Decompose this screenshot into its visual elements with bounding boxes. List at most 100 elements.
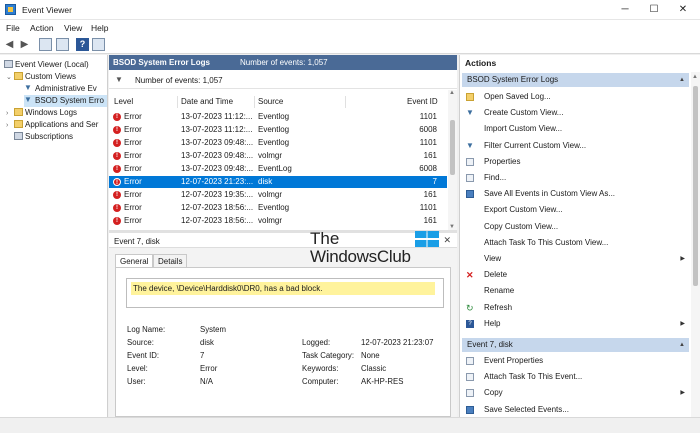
action-filter-current-custom-view[interactable]: Filter Current Custom View... (462, 139, 689, 153)
actions-section-log[interactable]: BSOD System Error Logs ▲ (462, 73, 689, 87)
show-action-pane-icon[interactable] (92, 38, 105, 51)
action-save-all-events-in-custom-view-as[interactable]: Save All Events in Custom View As... (462, 187, 689, 201)
action-event-properties[interactable]: Event Properties (462, 354, 689, 368)
computer-value: AK-HP-RES (361, 377, 404, 386)
event-source: volmgr (258, 190, 283, 199)
tree-item-root[interactable]: Event Viewer (Local) (4, 59, 89, 71)
action-rename[interactable]: Rename (462, 284, 689, 298)
column-header-row: Level Date and Time Source Event ID (109, 95, 447, 109)
watermark-logo: The WindowsClub (310, 229, 440, 269)
column-date-time[interactable]: Date and Time (181, 97, 233, 106)
scrollbar-thumb[interactable] (450, 120, 455, 175)
tree-item-applications-services[interactable]: › Applications and Ser (6, 119, 98, 131)
event-row[interactable]: ! Error 12-07-2023 18:56:... Eventlog 1101 (109, 202, 447, 214)
scroll-up-icon[interactable]: ▲ (692, 74, 698, 80)
action-attach-task-to-this-event[interactable]: Attach Task To This Event... (462, 370, 689, 384)
scrollbar-thumb[interactable] (693, 86, 698, 286)
save-icon (466, 405, 474, 414)
tab-general[interactable]: General (115, 254, 154, 268)
help-toolbar-icon[interactable]: ? (76, 38, 89, 51)
action-refresh[interactable]: Refresh (462, 301, 689, 315)
close-button[interactable]: ✕ (668, 0, 698, 20)
event-row[interactable]: ! Error 13-07-2023 09:48:... volmgr 161 (109, 150, 447, 162)
minimize-button[interactable]: ─ (610, 0, 640, 20)
menu-view[interactable]: View (64, 23, 82, 33)
action-delete[interactable]: Delete (462, 268, 689, 282)
event-datetime: 13-07-2023 09:48:... (181, 138, 254, 147)
action-export-custom-view[interactable]: Export Custom View... (462, 203, 689, 217)
actions-section-event[interactable]: Event 7, disk ▲ (462, 338, 689, 352)
tab-details[interactable]: Details (153, 254, 188, 268)
column-event-id[interactable]: Event ID (407, 97, 438, 106)
column-separator[interactable] (345, 96, 346, 108)
collapse-icon[interactable]: ▲ (679, 338, 685, 352)
help-icon: ? (466, 319, 474, 328)
event-row[interactable]: ! Error 13-07-2023 09:48:... EventLog 6008 (109, 163, 447, 175)
event-message-box[interactable]: The device, \Device\Harddisk0\DR0, has a… (126, 278, 444, 308)
maximize-button[interactable]: ☐ (639, 0, 669, 20)
event-list-scrollbar[interactable]: ▲ ▼ (448, 90, 457, 230)
action-create-custom-view[interactable]: Create Custom View... (462, 106, 689, 120)
event-row[interactable]: ! Error 12-07-2023 19:35:... volmgr 161 (109, 189, 447, 201)
expand-chevron-icon[interactable]: ⌄ (6, 72, 14, 84)
filter-icon (24, 84, 33, 92)
collapsed-chevron-icon[interactable]: › (6, 120, 14, 132)
event-level: Error (124, 203, 142, 212)
computer-label: Computer: (302, 377, 339, 386)
level-label: Level: (127, 364, 148, 373)
tree-item-administrative-events[interactable]: Administrative Ev (24, 83, 97, 95)
detail-close-icon[interactable]: ✕ (443, 235, 451, 246)
folder-open-icon (466, 93, 474, 101)
filter-icon (466, 139, 474, 153)
event-row[interactable]: ! Error 13-07-2023 09:48:... Eventlog 1101 (109, 137, 447, 149)
action-copy-custom-view[interactable]: Copy Custom View... (462, 220, 689, 234)
error-icon: ! (113, 139, 121, 147)
event-id: 6008 (419, 164, 437, 173)
action-import-custom-view[interactable]: Import Custom View... (462, 122, 689, 136)
action-save-selected-events[interactable]: Save Selected Events... (462, 403, 689, 417)
tree-item-bsod-view[interactable]: BSOD System Erro (24, 95, 107, 107)
column-separator[interactable] (254, 96, 255, 108)
menu-help[interactable]: Help (91, 23, 108, 33)
tree-item-windows-logs[interactable]: › Windows Logs (6, 107, 77, 119)
action-find[interactable]: Find... (462, 171, 689, 185)
back-button[interactable]: ◀ (3, 38, 16, 51)
event-row[interactable]: ! Error 13-07-2023 11:12:... Eventlog 1101 (109, 111, 447, 123)
action-open-saved-log[interactable]: Open Saved Log... (462, 90, 689, 104)
tree-item-subscriptions[interactable]: Subscriptions (14, 131, 73, 143)
scroll-up-icon[interactable]: ▲ (449, 90, 455, 96)
event-datetime: 12-07-2023 19:35:... (181, 190, 254, 199)
event-datetime: 13-07-2023 09:48:... (181, 151, 254, 160)
error-icon: ! (113, 152, 121, 160)
collapse-icon[interactable]: ▲ (679, 73, 685, 87)
delete-icon (466, 268, 474, 282)
save-icon (466, 190, 474, 199)
log-name-value: System (200, 325, 226, 334)
column-source[interactable]: Source (258, 97, 283, 106)
submenu-arrow-icon: ▶ (680, 390, 685, 397)
forward-button[interactable]: ▶ (18, 38, 31, 51)
action-view[interactable]: View ▶ (462, 252, 689, 266)
tree-item-custom-views[interactable]: ⌄ Custom Views (6, 71, 76, 83)
column-separator[interactable] (177, 96, 178, 108)
actions-scrollbar[interactable]: ▲ (691, 72, 700, 417)
log-name-label: Log Name: (127, 325, 166, 334)
show-hide-tree-icon[interactable] (39, 38, 52, 51)
refresh-icon (466, 301, 474, 315)
event-id-value: 7 (200, 351, 205, 360)
event-source: disk (258, 177, 273, 186)
action-attach-task-to-this-custom-view[interactable]: Attach Task To This Custom View... (462, 236, 689, 250)
event-row[interactable]: ! Error 12-07-2023 21:23:... disk 7 (109, 176, 447, 188)
action-help[interactable]: ? Help ▶ (462, 317, 689, 331)
event-row[interactable]: ! Error 12-07-2023 18:56:... volmgr 161 (109, 215, 447, 227)
menu-action[interactable]: Action (30, 23, 54, 33)
action-properties[interactable]: Properties (462, 155, 689, 169)
event-row[interactable]: ! Error 13-07-2023 11:12:... Eventlog 6008 (109, 124, 447, 136)
event-level: Error (124, 190, 142, 199)
properties-toolbar-icon[interactable] (56, 38, 69, 51)
source-value: disk (200, 338, 214, 347)
column-level[interactable]: Level (114, 97, 133, 106)
action-copy[interactable]: Copy ▶ (462, 386, 689, 400)
event-id: 161 (423, 151, 437, 160)
menu-file[interactable]: File (6, 23, 20, 33)
